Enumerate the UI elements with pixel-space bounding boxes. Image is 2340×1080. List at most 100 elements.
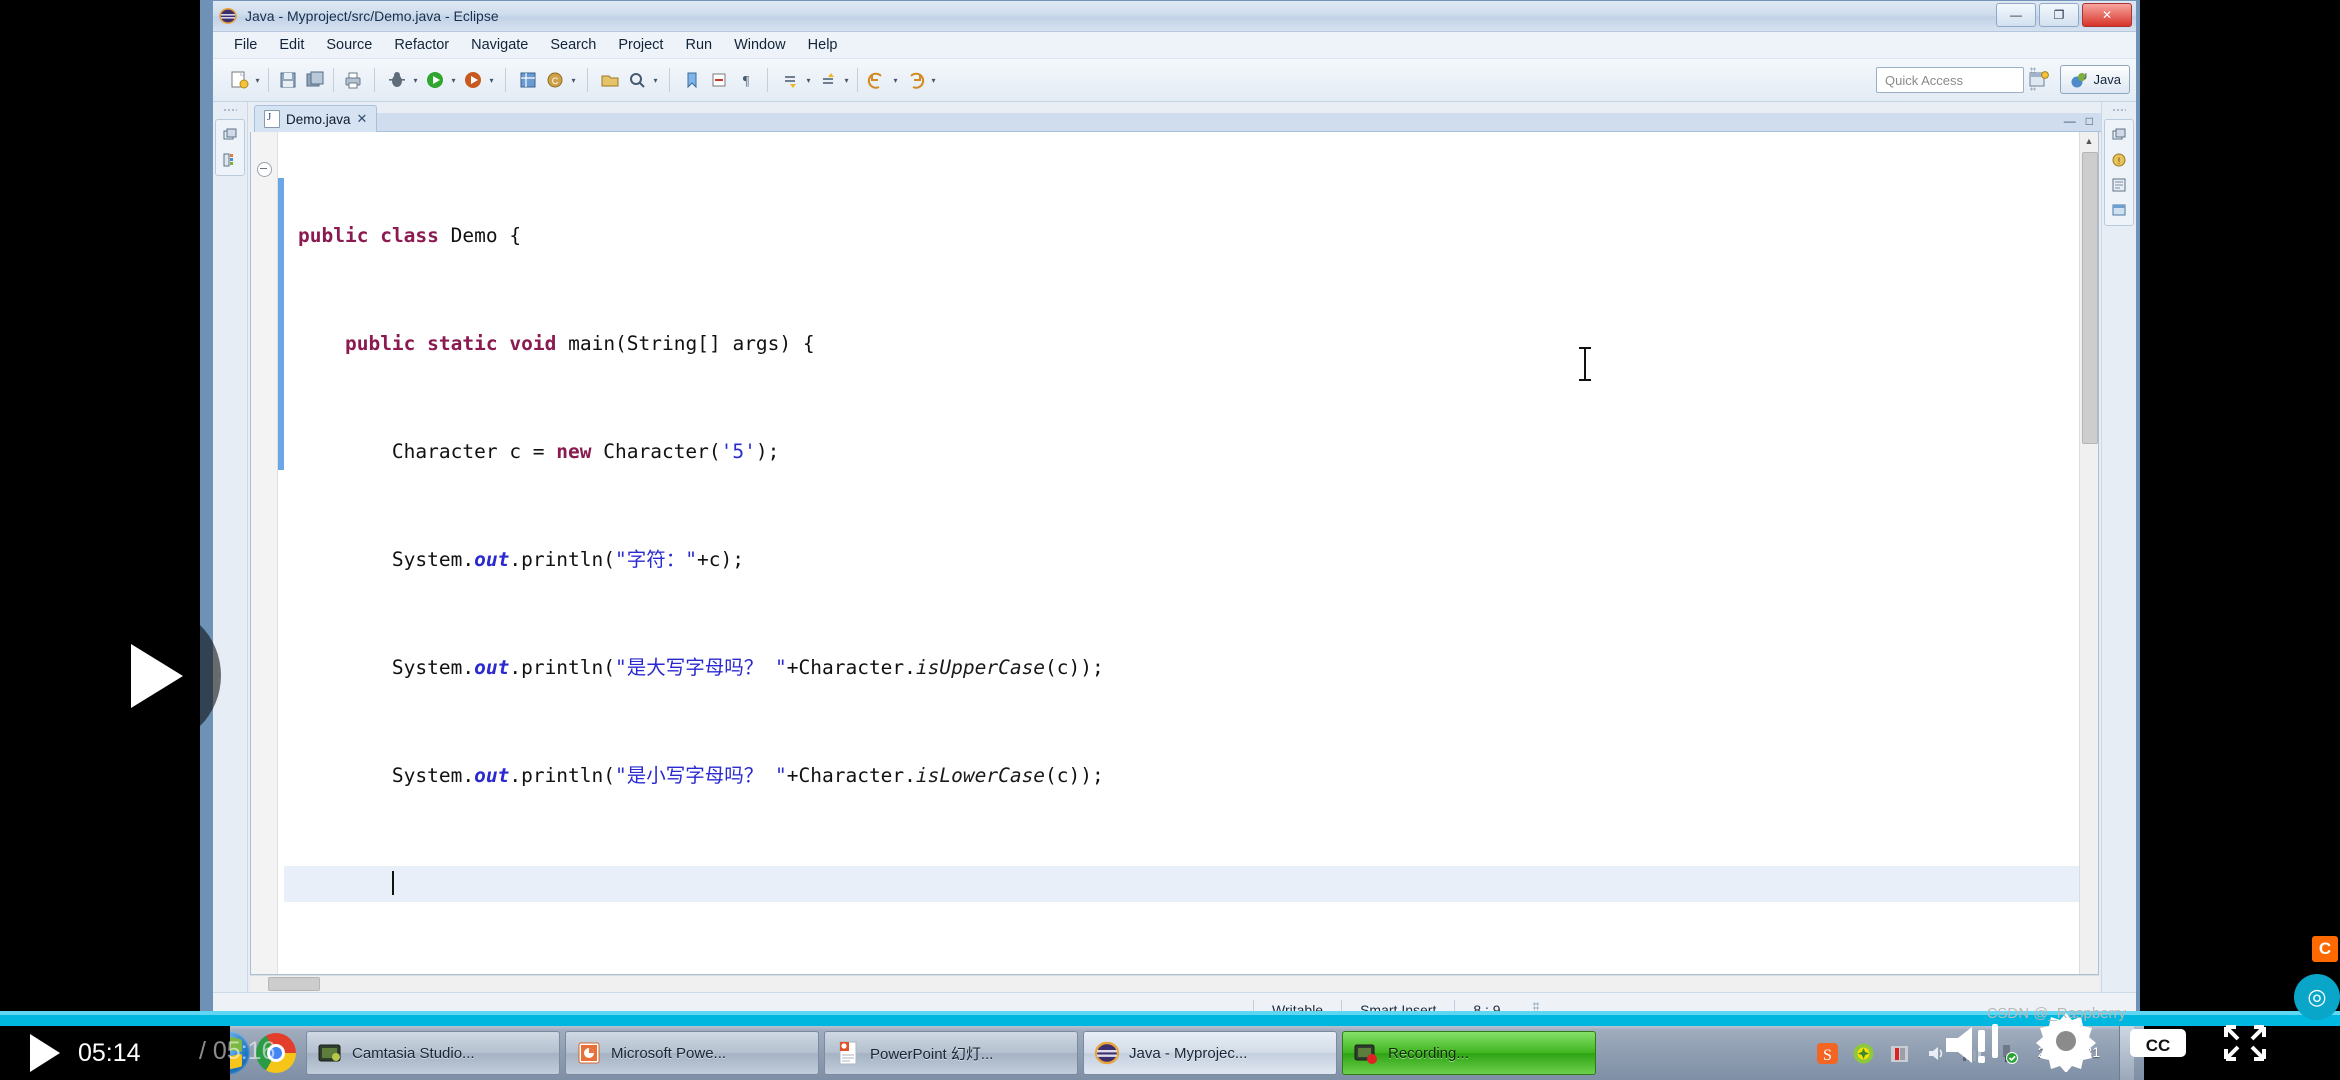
menu-run[interactable]: Run (674, 34, 723, 56)
toolbar-group-marker: ¶ (674, 68, 763, 93)
taskbar-item-label: Microsoft Powe... (611, 1044, 727, 1062)
shield-green-icon[interactable] (1852, 1042, 1875, 1065)
menu-project[interactable]: Project (607, 34, 674, 56)
open-type-icon[interactable] (597, 68, 622, 93)
toolbar-separator (268, 68, 269, 92)
rail-grip (2112, 108, 2126, 113)
javadoc-view-icon[interactable] (2110, 176, 2128, 194)
debug-dropdown-caret[interactable]: ▾ (411, 68, 420, 93)
minimize-view-icon[interactable]: — (2064, 114, 2076, 128)
minimize-button[interactable]: — (1996, 3, 2036, 27)
editor-horizontal-scrollbar[interactable] (250, 975, 2099, 992)
code-line-7-current (284, 866, 2079, 902)
menu-search[interactable]: Search (539, 34, 607, 56)
search-dropdown-caret[interactable]: ▾ (651, 68, 660, 93)
eclipse-icon (1094, 1040, 1120, 1066)
desktop-screen-capture: Java - Myproject/src/Demo.java - Eclipse… (200, 0, 2140, 1026)
taskbar-item-label: PowerPoint 幻灯... (870, 1045, 994, 1063)
menu-navigate[interactable]: Navigate (460, 34, 539, 56)
source-editor[interactable]: public class Demo { public static void m… (250, 132, 2099, 975)
total-time-label: / 05:16 (199, 1037, 276, 1065)
taskbar-item-powerpoint-slides[interactable]: PowerPoint 幻灯... (824, 1031, 1078, 1075)
pilcrow-icon[interactable]: ¶ (733, 68, 758, 93)
taskbar-item-microsoft-powerpoint[interactable]: Microsoft Powe... (565, 1031, 819, 1075)
print-icon[interactable] (340, 68, 365, 93)
scroll-up-arrow[interactable]: ▲ (2080, 132, 2098, 149)
class-dropdown-caret[interactable]: ▾ (569, 68, 578, 93)
new-wizard-icon[interactable] (226, 68, 251, 93)
left-fast-view-bar (213, 102, 248, 992)
last-edit-icon[interactable] (706, 68, 731, 93)
package-explorer-icon[interactable] (221, 151, 239, 169)
taskbar-item-camtasia[interactable]: Camtasia Studio... (306, 1031, 560, 1075)
svg-text:S: S (1823, 1047, 1832, 1064)
editor-vertical-scrollbar[interactable]: ▲ (2079, 132, 2098, 974)
run-external-icon[interactable] (460, 68, 485, 93)
window-title: Java - Myproject/src/Demo.java - Eclipse (245, 8, 499, 24)
next-annotation-icon[interactable] (777, 68, 802, 93)
editor-gutter[interactable] (251, 132, 278, 974)
quick-access-input[interactable]: Quick Access (1876, 67, 2024, 93)
open-perspective-icon[interactable] (2024, 66, 2054, 93)
editor-tab-demo-java[interactable]: Demo.java ✕ (254, 105, 378, 132)
cn-string-is-lower: 是小写字母吗？ (626, 764, 776, 787)
forward-dropdown-caret[interactable]: ▾ (929, 68, 938, 93)
toolbar-group-new: ▾ (221, 68, 370, 93)
powerpoint-doc-icon (835, 1040, 861, 1066)
rail-grip (223, 108, 237, 113)
run-dropdown-caret[interactable]: ▾ (449, 68, 458, 93)
maximize-view-icon[interactable]: □ (2086, 114, 2093, 128)
hscroll-thumb[interactable] (268, 977, 320, 991)
search-icon[interactable] (624, 68, 649, 93)
menu-refactor[interactable]: Refactor (383, 34, 460, 56)
debug-icon[interactable] (384, 68, 409, 93)
svg-text:CC: CC (2146, 1036, 2171, 1055)
declaration-view-icon[interactable] (2110, 201, 2128, 219)
new-dropdown-caret[interactable]: ▾ (253, 68, 262, 93)
external-dropdown-caret[interactable]: ▾ (487, 68, 496, 93)
recording-icon (1353, 1040, 1379, 1066)
save-all-icon[interactable] (302, 68, 327, 93)
problems-view-icon[interactable]: ! (2110, 151, 2128, 169)
taskbar-item-eclipse-java[interactable]: Java - Myprojec... (1083, 1031, 1337, 1075)
taskbar-item-recording[interactable]: Recording... (1342, 1031, 1596, 1075)
annotation-dropdown-caret[interactable]: ▾ (804, 68, 813, 93)
run-icon[interactable] (422, 68, 447, 93)
code-text[interactable]: public class Demo { public static void m… (284, 132, 2079, 974)
menu-window[interactable]: Window (723, 34, 797, 56)
scroll-thumb[interactable] (2082, 152, 2098, 444)
new-java-project-icon[interactable] (515, 68, 540, 93)
captions-button[interactable]: CC (2128, 1023, 2188, 1068)
forward-icon[interactable] (902, 68, 927, 93)
toolbar-separator (374, 68, 375, 92)
perspective-label: Java (2093, 72, 2121, 87)
restore-package-explorer-icon[interactable] (221, 126, 239, 144)
back-dropdown-caret[interactable]: ▾ (891, 68, 900, 93)
antivirus-icon[interactable] (1888, 1042, 1911, 1065)
right-fast-view-bar: ! (2101, 102, 2136, 992)
maximize-button[interactable]: ❐ (2039, 3, 2079, 27)
fullscreen-button[interactable] (2222, 1023, 2268, 1068)
site-logo-icon[interactable]: ◎ (2294, 974, 2340, 1020)
sogou-input-icon[interactable]: S (1816, 1042, 1839, 1065)
volume-button[interactable] (1940, 1020, 2018, 1075)
prev-dropdown-caret[interactable]: ▾ (842, 68, 851, 93)
taskbar-item-label: Java - Myprojec... (1129, 1044, 1248, 1062)
menu-edit[interactable]: Edit (268, 34, 315, 56)
editor-view-tools: — □ (2064, 114, 2093, 128)
menu-file[interactable]: File (223, 34, 268, 56)
menu-source[interactable]: Source (315, 34, 383, 56)
close-icon[interactable]: ✕ (357, 111, 368, 127)
perspective-java-button[interactable]: J Java (2059, 65, 2130, 94)
save-icon[interactable] (275, 68, 300, 93)
play-button[interactable] (30, 1034, 60, 1072)
restore-outline-icon[interactable] (2110, 126, 2128, 144)
new-class-icon[interactable]: C (542, 68, 567, 93)
close-button[interactable]: ✕ (2082, 3, 2132, 27)
menu-help[interactable]: Help (797, 34, 849, 56)
video-play-overlay-button[interactable] (78, 604, 221, 747)
back-icon[interactable] (864, 68, 889, 93)
prev-annotation-icon[interactable] (815, 68, 840, 93)
fold-collapse-icon[interactable] (257, 162, 272, 177)
bookmark-icon[interactable] (679, 68, 704, 93)
